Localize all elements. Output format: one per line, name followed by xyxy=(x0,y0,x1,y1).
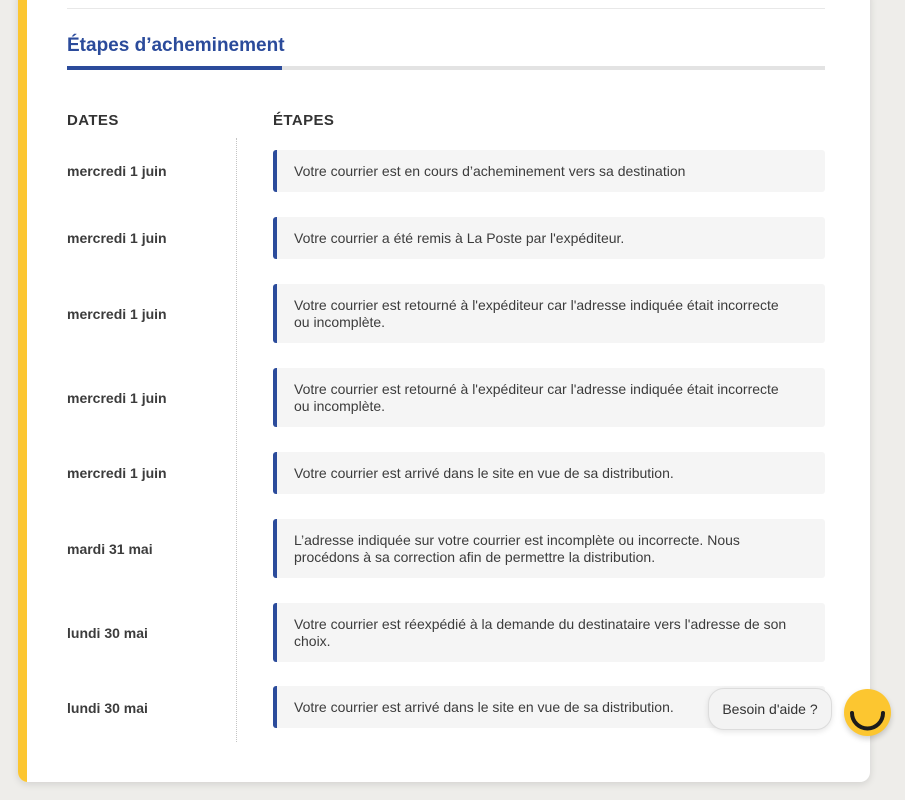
timeline-separator xyxy=(236,138,237,742)
help-avatar-button[interactable] xyxy=(844,689,891,736)
event-date: lundi 30 mai xyxy=(67,625,148,641)
event-step: Votre courrier est réexpédié à la demand… xyxy=(273,603,825,662)
event-date: mardi 31 mai xyxy=(67,541,153,557)
event-step: L’adresse indiquée sur votre courrier es… xyxy=(273,519,825,578)
event-step: Votre courrier est retourné à l'expédite… xyxy=(273,368,825,427)
section-tab-bar xyxy=(67,66,825,70)
event-step: Votre courrier a été remis à La Poste pa… xyxy=(273,217,825,259)
help-button[interactable]: Besoin d'aide ? xyxy=(708,688,832,730)
event-step: Votre courrier est arrivé dans le site e… xyxy=(273,452,825,494)
event-date: mercredi 1 juin xyxy=(67,163,167,179)
event-date: mercredi 1 juin xyxy=(67,306,167,322)
top-divider xyxy=(67,8,825,9)
smile-icon xyxy=(850,711,885,731)
tracking-card: Étapes d’acheminement DATES ÉTAPES mercr… xyxy=(18,0,870,782)
section-title: Étapes d’acheminement xyxy=(67,35,285,56)
event-date: mercredi 1 juin xyxy=(67,230,167,246)
card-accent-bar xyxy=(18,0,27,782)
event-date: lundi 30 mai xyxy=(67,700,148,716)
section-tab-active-indicator xyxy=(67,66,282,70)
event-date: mercredi 1 juin xyxy=(67,465,167,481)
event-step: Votre courrier est retourné à l'expédite… xyxy=(273,284,825,343)
steps-column-header: ÉTAPES xyxy=(273,112,335,129)
dates-column-header: DATES xyxy=(67,112,119,129)
event-step: Votre courrier est en cours d’achemineme… xyxy=(273,150,825,192)
event-date: mercredi 1 juin xyxy=(67,390,167,406)
